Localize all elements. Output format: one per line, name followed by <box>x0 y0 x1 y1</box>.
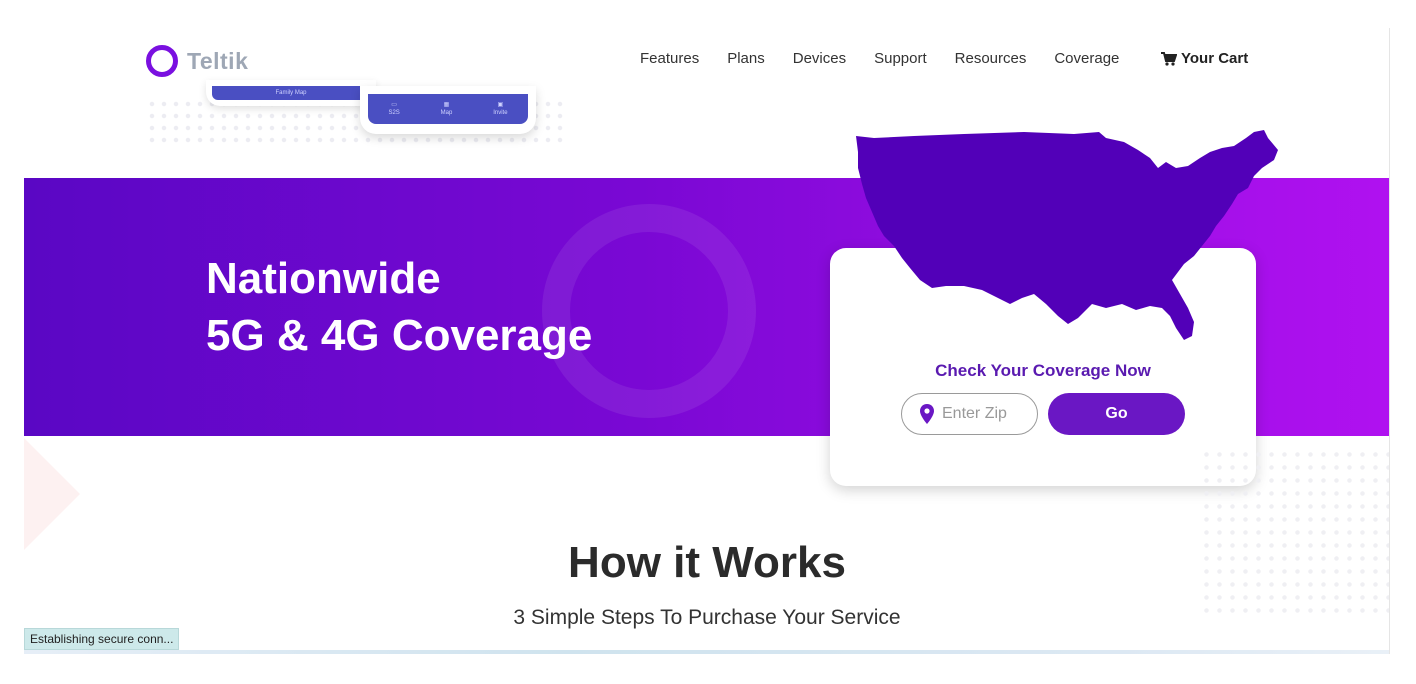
hero-title-line2: 5G & 4G Coverage <box>206 311 593 360</box>
phone-tab-map: ▦ Map <box>440 102 453 116</box>
decorative-chevron <box>24 438 80 550</box>
page-frame: Teltik Features Plans Devices Support Re… <box>24 28 1390 654</box>
site-logo[interactable]: Teltik <box>146 45 248 77</box>
decorative-dots-right <box>1200 448 1389 618</box>
nav-plans[interactable]: Plans <box>727 50 765 67</box>
logo-ring-icon <box>146 45 178 77</box>
how-it-works-title: How it Works <box>568 538 846 587</box>
go-button[interactable]: Go <box>1048 393 1185 435</box>
browser-status-bubble: Establishing secure conn... <box>24 628 180 650</box>
how-it-works-subtitle: 3 Simple Steps To Purchase Your Service <box>513 606 901 629</box>
phone-preview-2: ▭ S2S ▦ Map ▣ Invite <box>360 86 536 134</box>
hero-title: Nationwide 5G & 4G Coverage <box>206 250 592 364</box>
phone-bar-label: Family Map <box>275 90 307 96</box>
location-pin-icon <box>920 404 934 424</box>
main-nav: Features Plans Devices Support Resources… <box>640 50 1147 67</box>
usa-map-icon <box>856 130 1278 340</box>
cart-link[interactable]: Your Cart <box>1161 50 1248 67</box>
cart-label: Your Cart <box>1181 50 1249 67</box>
zip-input[interactable] <box>942 405 1032 423</box>
logo-text: Teltik <box>187 47 249 74</box>
next-section-strip <box>24 650 1389 654</box>
zip-field[interactable] <box>901 393 1038 435</box>
nav-features[interactable]: Features <box>640 50 699 67</box>
nav-resources[interactable]: Resources <box>955 50 1027 67</box>
phone-tab-invite: ▣ Invite <box>493 102 508 116</box>
coverage-title: Check Your Coverage Now <box>935 361 1151 380</box>
nav-coverage[interactable]: Coverage <box>1054 50 1119 67</box>
nav-devices[interactable]: Devices <box>793 50 846 67</box>
nav-support[interactable]: Support <box>874 50 927 67</box>
phone-tab-bar: ▭ S2S ▦ Map ▣ Invite <box>368 94 528 124</box>
phone-tab-s2s: ▭ S2S <box>388 102 400 116</box>
phone-preview-1: Family Map <box>206 80 376 106</box>
phone-bar: Family Map <box>212 86 370 100</box>
hero-title-line1: Nationwide <box>206 254 441 303</box>
cart-icon <box>1161 51 1177 66</box>
